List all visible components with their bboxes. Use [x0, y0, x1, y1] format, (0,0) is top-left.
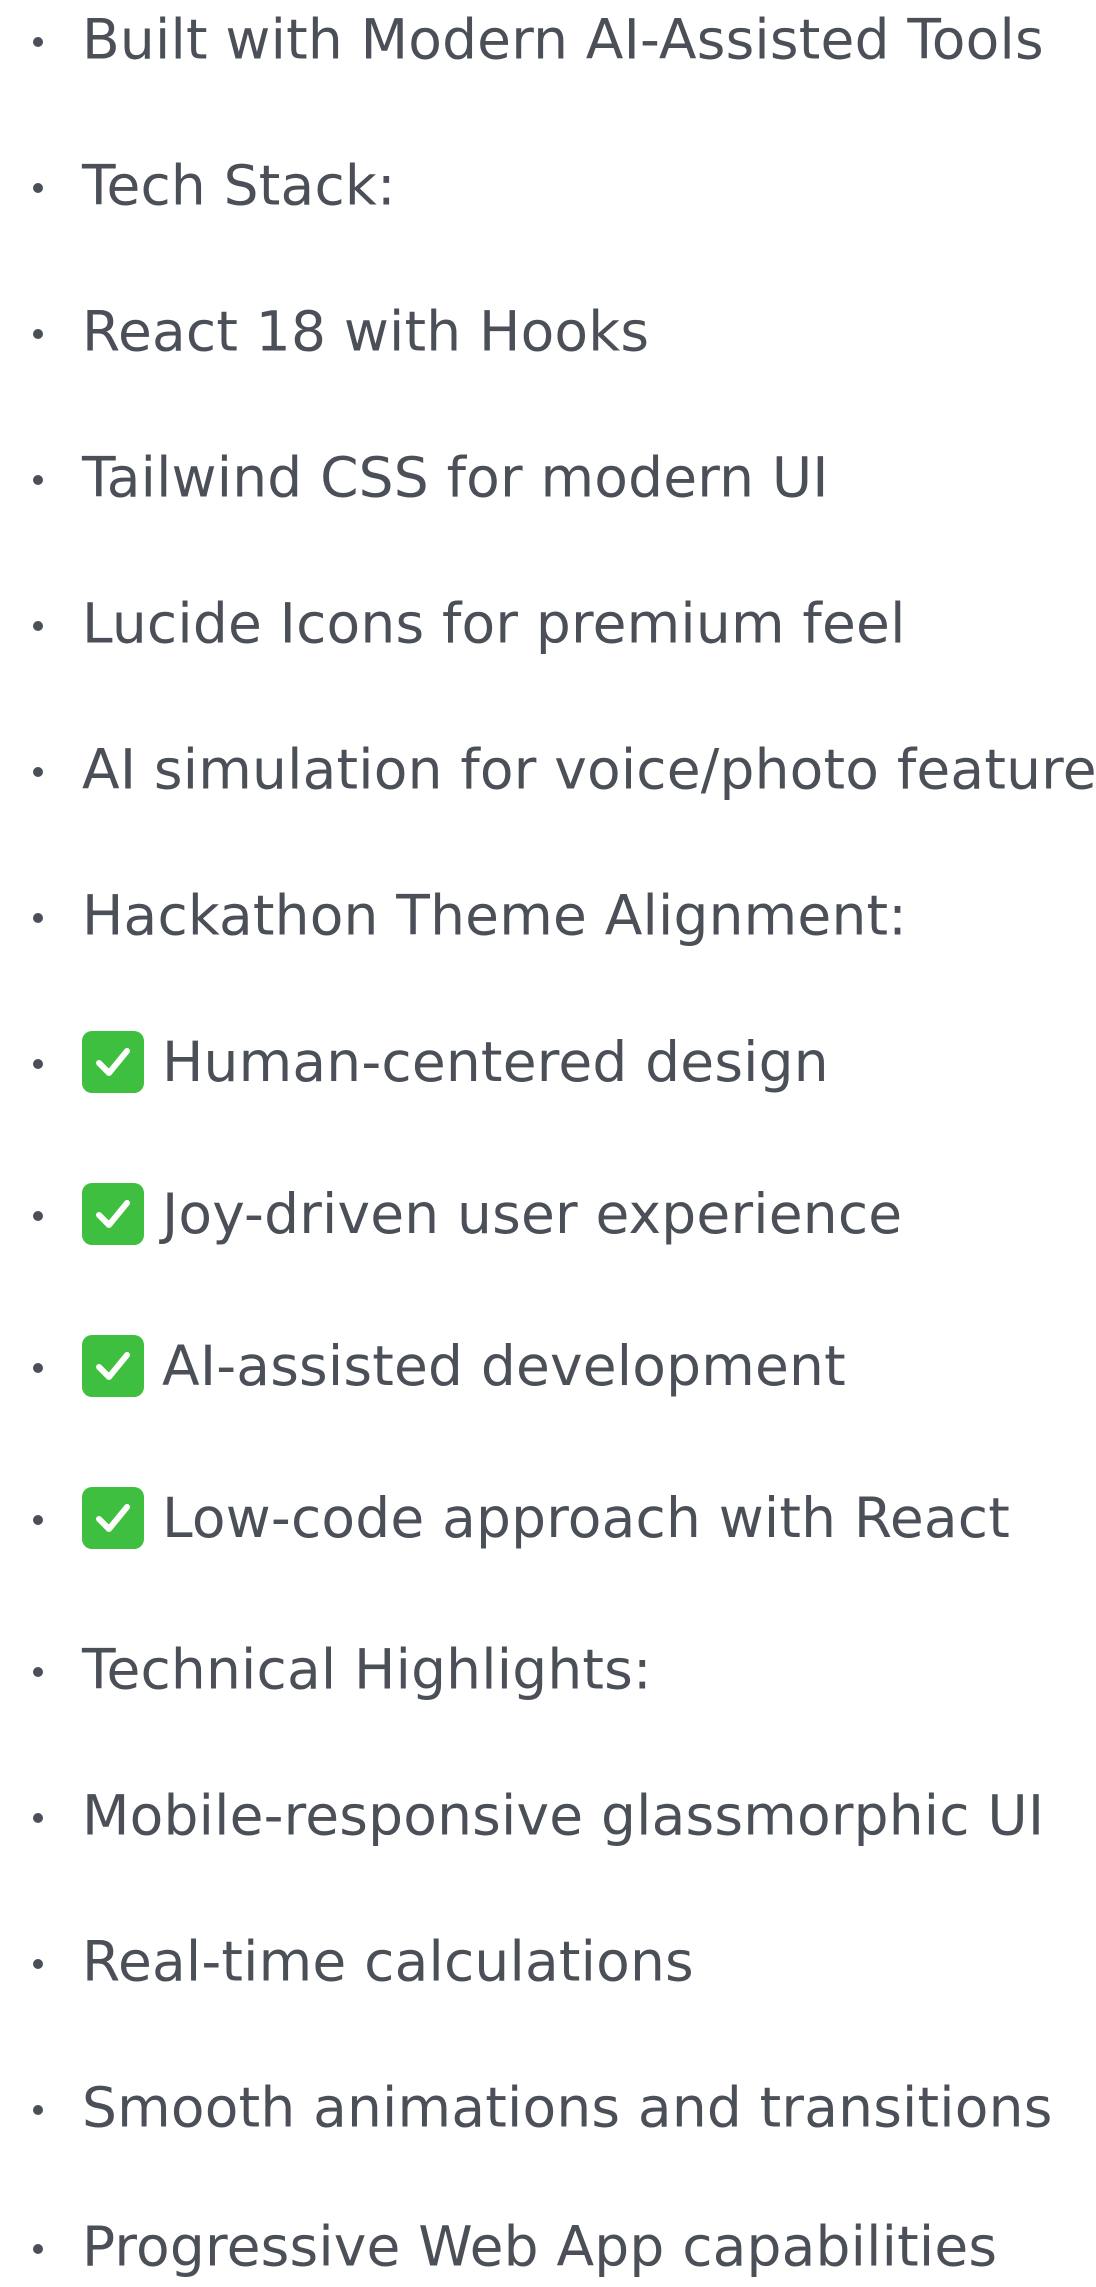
bullet-icon [33, 37, 43, 47]
list-item: Lucide Icons for premium feel [0, 584, 1096, 664]
list-item-text: Tailwind CSS for modern UI [82, 445, 829, 510]
list-item-label: Built with Modern AI-Assisted Tools [82, 7, 1044, 72]
list-item-label: Progressive Web App capabilities [82, 2214, 998, 2279]
list-item: Low-code approach with React [0, 1478, 1096, 1558]
bullet-icon [33, 2244, 43, 2254]
list-item-text: Hackathon Theme Alignment: [82, 883, 908, 948]
list-item-text: Real-time calculations [82, 1929, 694, 1994]
list-item-text: Progressive Web App capabilities [82, 2214, 998, 2279]
bullet-icon [33, 329, 43, 339]
check-mark-button-icon [82, 1487, 144, 1549]
list-item-label: Smooth animations and transitions [82, 2075, 1053, 2140]
check-mark-button-icon [82, 1183, 144, 1245]
list-item: Technical Highlights: [0, 1630, 1096, 1710]
bullet-icon [33, 1059, 43, 1069]
list-item-text: Mobile-responsive glassmorphic UI [82, 1783, 1045, 1848]
list-item-text: Lucide Icons for premium feel [82, 591, 906, 656]
list-item-label: Hackathon Theme Alignment: [82, 883, 908, 948]
list-item-label: AI-assisted development [162, 1333, 846, 1398]
list-item-label: Joy-driven user experience [162, 1181, 903, 1246]
list-item-text: AI-assisted development [82, 1335, 846, 1397]
list-item-label: Human-centered design [162, 1029, 829, 1094]
bullet-icon [33, 2105, 43, 2115]
list-item: Built with Modern AI-Assisted Tools [0, 0, 1096, 80]
list-item: Real-time calculations [0, 1922, 1096, 2002]
bullet-icon [33, 913, 43, 923]
list-item: Tailwind CSS for modern UI [0, 438, 1096, 518]
list-item-text: Built with Modern AI-Assisted Tools [82, 7, 1044, 72]
list-item: Mobile-responsive glassmorphic UI [0, 1776, 1096, 1856]
list-item: Smooth animations and transitions [0, 2068, 1096, 2148]
bullet-icon [33, 767, 43, 777]
list-item-label: Tailwind CSS for modern UI [82, 445, 829, 510]
bullet-icon [33, 475, 43, 485]
bullet-icon [33, 1515, 43, 1525]
list-item-text: React 18 with Hooks [82, 299, 650, 364]
list-item-label: React 18 with Hooks [82, 299, 650, 364]
list-item-text: Tech Stack: [82, 153, 396, 218]
list-item-text: Human-centered design [82, 1031, 829, 1093]
bullet-icon [33, 1211, 43, 1221]
list-item-label: Real-time calculations [82, 1929, 694, 1994]
bullet-icon [33, 1959, 43, 1969]
bullet-icon [33, 621, 43, 631]
list-item: Human-centered design [0, 1022, 1096, 1102]
list-item-label: Mobile-responsive glassmorphic UI [82, 1783, 1045, 1848]
list-item: AI simulation for voice/photo features [0, 730, 1096, 810]
list-item: Progressive Web App capabilities [0, 2207, 1096, 2287]
list-item: AI-assisted development [0, 1326, 1096, 1406]
list-item-label: Low-code approach with React [162, 1485, 1011, 1550]
list-item: Joy-driven user experience [0, 1174, 1096, 1254]
bullet-icon [33, 183, 43, 193]
list-item: Hackathon Theme Alignment: [0, 876, 1096, 956]
list-item-text: Technical Highlights: [82, 1637, 652, 1702]
list-item-text: AI simulation for voice/photo features [82, 737, 1096, 802]
check-mark-button-icon [82, 1031, 144, 1093]
bullet-icon [33, 1813, 43, 1823]
list-item-label: Technical Highlights: [82, 1637, 652, 1702]
list-item-label: Lucide Icons for premium feel [82, 591, 906, 656]
list-item-text: Low-code approach with React [82, 1487, 1010, 1549]
list-item: React 18 with Hooks [0, 292, 1096, 372]
bullet-icon [33, 1667, 43, 1677]
list-item-label: AI simulation for voice/photo features [82, 737, 1096, 802]
list-item: Tech Stack: [0, 146, 1096, 226]
list-item-label: Tech Stack: [82, 153, 396, 218]
bullet-icon [33, 1363, 43, 1373]
list-item-text: Joy-driven user experience [82, 1183, 902, 1245]
list-item-text: Smooth animations and transitions [82, 2075, 1053, 2140]
check-mark-button-icon [82, 1335, 144, 1397]
